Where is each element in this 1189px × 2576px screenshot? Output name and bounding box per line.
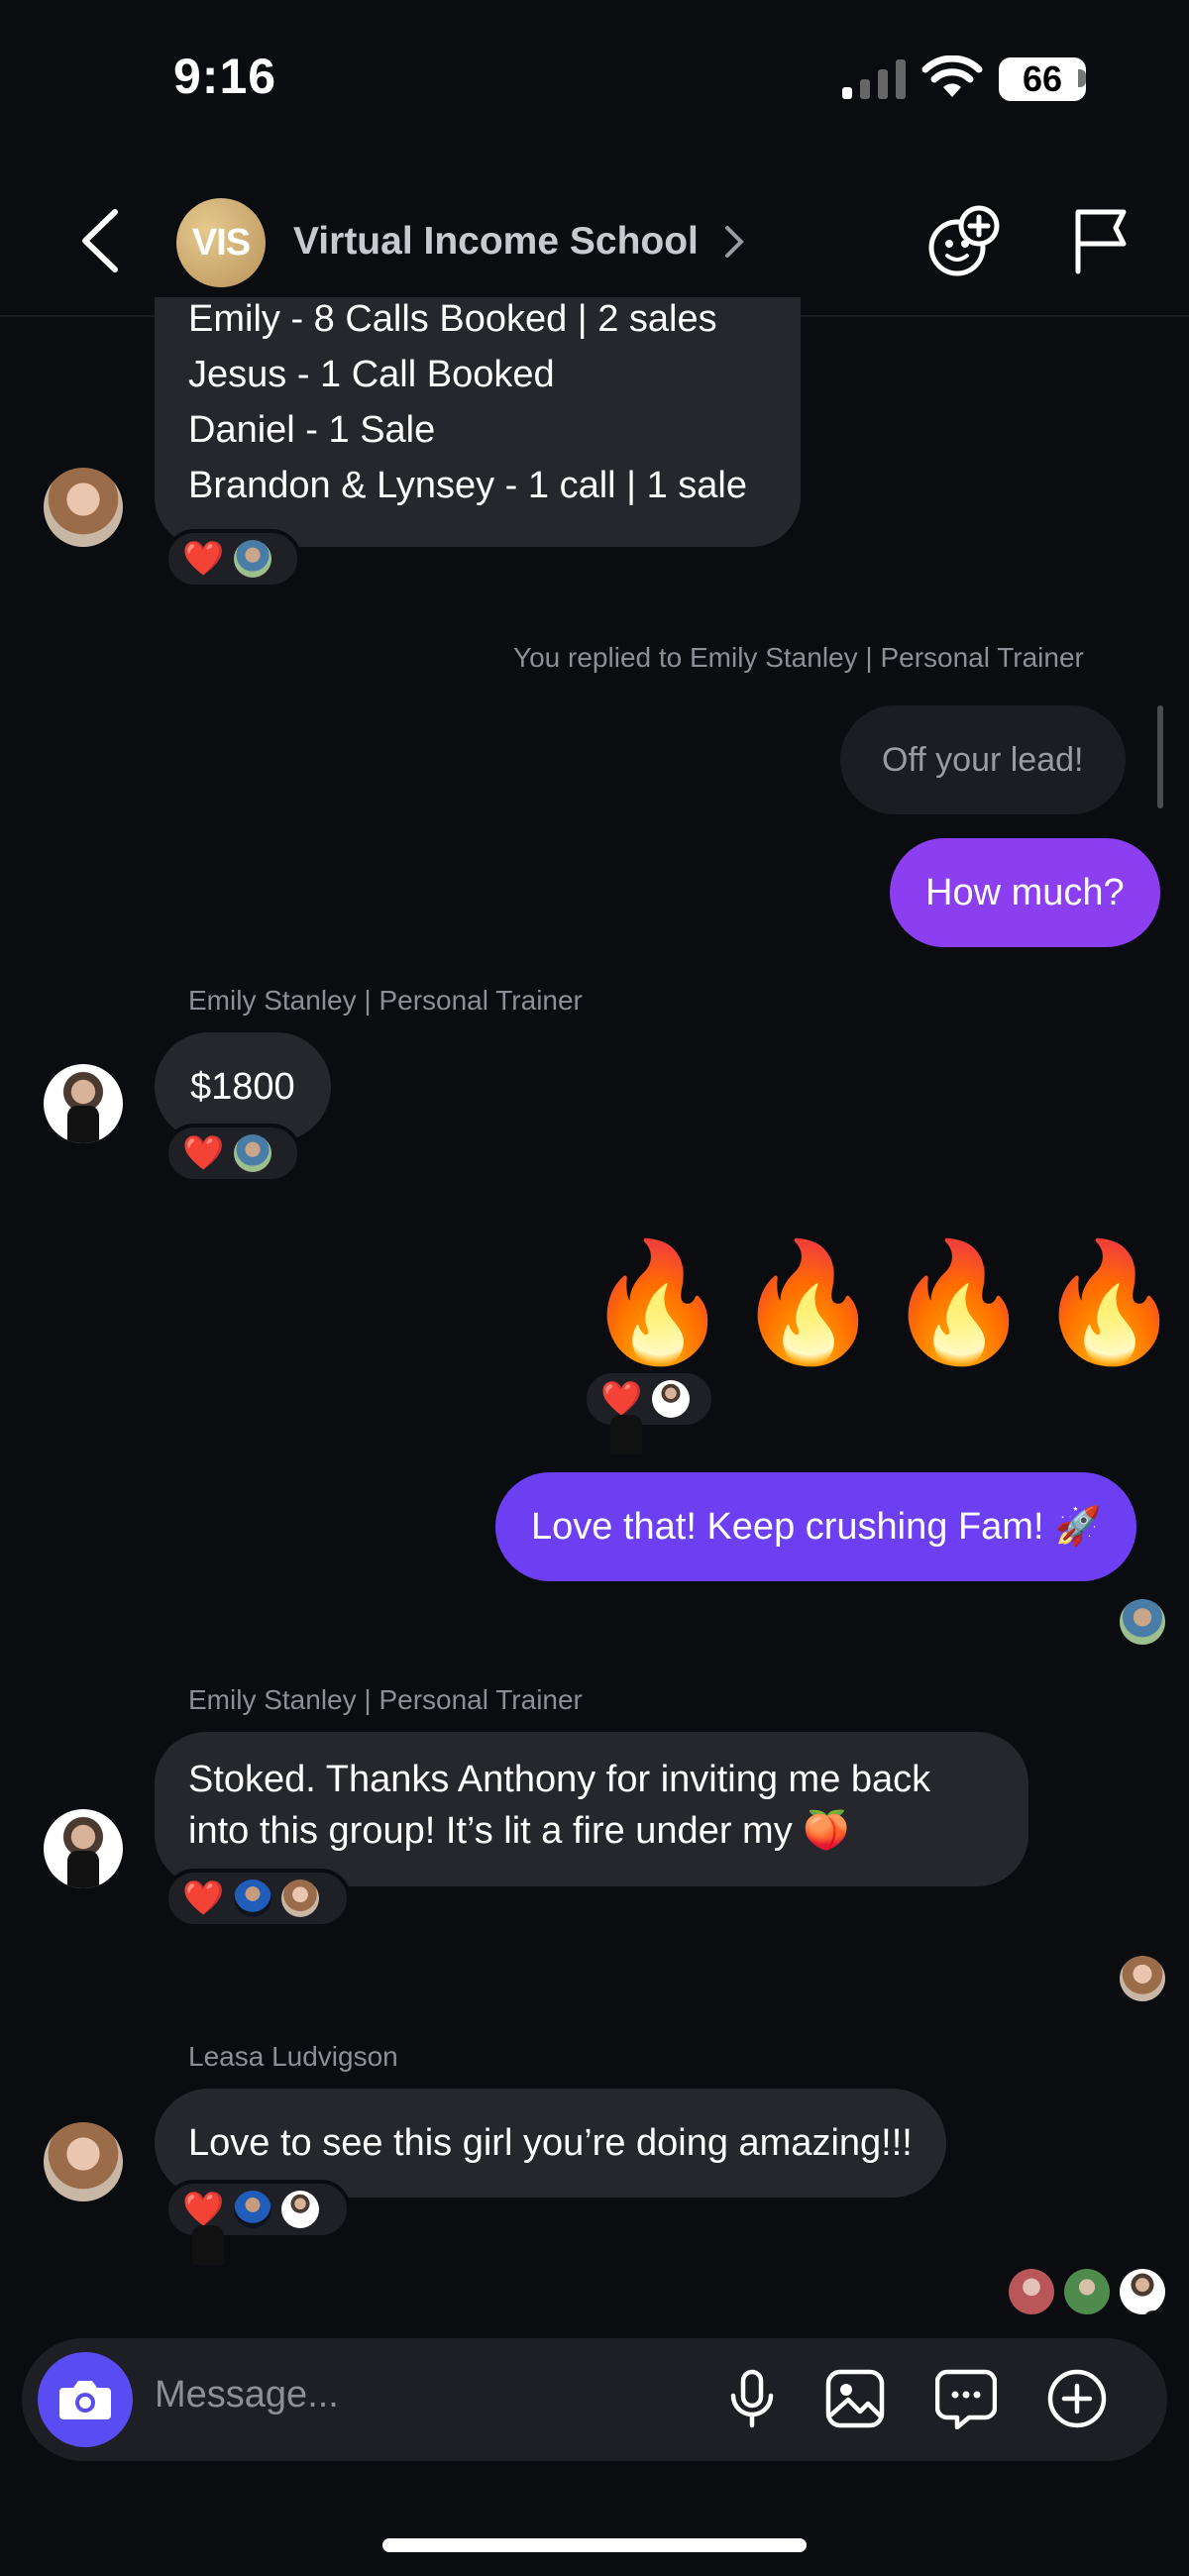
reactor-avatar <box>652 1380 691 1418</box>
battery-indicator: 66 <box>999 57 1086 101</box>
message-bubble[interactable]: Emily - 8 Calls Booked | 2 sales Jesus -… <box>155 297 801 547</box>
camera-button[interactable] <box>38 2352 133 2447</box>
read-receipt-avatar <box>1120 2269 1165 2314</box>
avatar[interactable] <box>44 1809 123 1888</box>
flag-icon[interactable] <box>1070 206 1130 275</box>
home-indicator[interactable] <box>382 2538 807 2552</box>
message-bubble[interactable]: How much? <box>890 838 1160 947</box>
heart-reaction: ❤️ <box>182 540 225 578</box>
message-line: Stoked. Thanks Anthony for inviting me b… <box>188 1759 931 1800</box>
chevron-left-icon[interactable] <box>77 208 123 273</box>
message-text: Love that! Keep crushing Fam! 🚀 <box>531 1506 1102 1548</box>
heart-reaction: ❤️ <box>182 1134 225 1172</box>
reactor-avatar <box>281 1879 320 1917</box>
reactor-avatar <box>234 1879 272 1917</box>
avatar[interactable] <box>44 2122 123 2201</box>
cellular-signal-icon <box>842 59 906 99</box>
group-name[interactable]: Virtual Income School <box>293 220 699 264</box>
message-bubble[interactable]: Love that! Keep crushing Fam! 🚀 <box>495 1472 1137 1581</box>
reactor-avatar <box>281 2191 320 2228</box>
sender-name: Emily Stanley | Personal Trainer <box>188 1684 583 1715</box>
plus-circle-icon[interactable] <box>1046 2368 1108 2429</box>
sender-name: Leasa Ludvigson <box>188 2041 398 2072</box>
reaction-pill[interactable]: ❤️ <box>164 2180 351 2239</box>
message-text: How much? <box>925 872 1125 913</box>
message-line: Jesus - 1 Call Booked <box>188 354 555 395</box>
reaction-pill[interactable]: ❤️ <box>164 1869 351 1928</box>
camera-icon <box>59 2381 111 2419</box>
reactor-avatar <box>234 1134 272 1172</box>
avatar[interactable] <box>44 1064 123 1143</box>
image-icon[interactable] <box>824 2368 886 2429</box>
read-receipt-avatar <box>1120 1599 1165 1645</box>
emoji-fire[interactable]: 🔥 <box>1036 1244 1182 1361</box>
message-line: Brandon & Lynsey - 1 call | 1 sale <box>188 465 747 506</box>
status-time: 9:16 <box>173 49 277 104</box>
message-line: Daniel - 1 Sale <box>188 409 436 451</box>
quoted-text: Off your lead! <box>882 741 1084 779</box>
read-receipt-avatar <box>1120 1956 1165 2001</box>
heart-reaction: ❤️ <box>600 1380 643 1418</box>
battery-cap <box>1078 69 1086 87</box>
read-receipt-avatar <box>1064 2269 1110 2314</box>
heart-reaction: ❤️ <box>182 2191 225 2228</box>
message-bubble[interactable]: Stoked. Thanks Anthony for inviting me b… <box>155 1732 1028 1886</box>
chevron-right-icon[interactable] <box>723 224 747 260</box>
message-text: $1800 <box>190 1066 295 1108</box>
group-avatar[interactable]: VIS <box>176 198 266 287</box>
sender-name: Emily Stanley | Personal Trainer <box>188 985 583 1016</box>
chat-bubble-icon[interactable] <box>935 2368 997 2429</box>
message-input[interactable]: Message... <box>155 2374 339 2416</box>
message-line: into this group! It’s lit a fire under m… <box>188 1810 850 1852</box>
reactor-avatar <box>234 2191 272 2228</box>
emoji-fire[interactable]: 🔥 <box>886 1244 1031 1361</box>
reactor-avatar <box>234 540 272 578</box>
reply-context-label: You replied to Emily Stanley | Personal … <box>513 642 1084 673</box>
message-line: Emily - 8 Calls Booked | 2 sales <box>188 298 717 340</box>
emoji-plus-icon[interactable] <box>925 204 1001 279</box>
scrollbar[interactable] <box>1157 705 1163 808</box>
quoted-message[interactable]: Off your lead! <box>840 705 1126 814</box>
reaction-pill[interactable]: ❤️ <box>164 529 301 589</box>
avatar[interactable] <box>44 468 123 547</box>
microphone-icon[interactable] <box>721 2368 783 2429</box>
message-text: Love to see this girl you’re doing amazi… <box>188 2122 913 2164</box>
reaction-pill[interactable]: ❤️ <box>164 1124 301 1183</box>
emoji-fire[interactable]: 🔥 <box>585 1244 730 1361</box>
emoji-fire[interactable]: 🔥 <box>735 1244 881 1361</box>
heart-reaction: ❤️ <box>182 1879 225 1917</box>
wifi-icon <box>921 55 983 97</box>
reaction-pill[interactable]: ❤️ <box>583 1369 715 1429</box>
read-receipt-avatar <box>1009 2269 1054 2314</box>
